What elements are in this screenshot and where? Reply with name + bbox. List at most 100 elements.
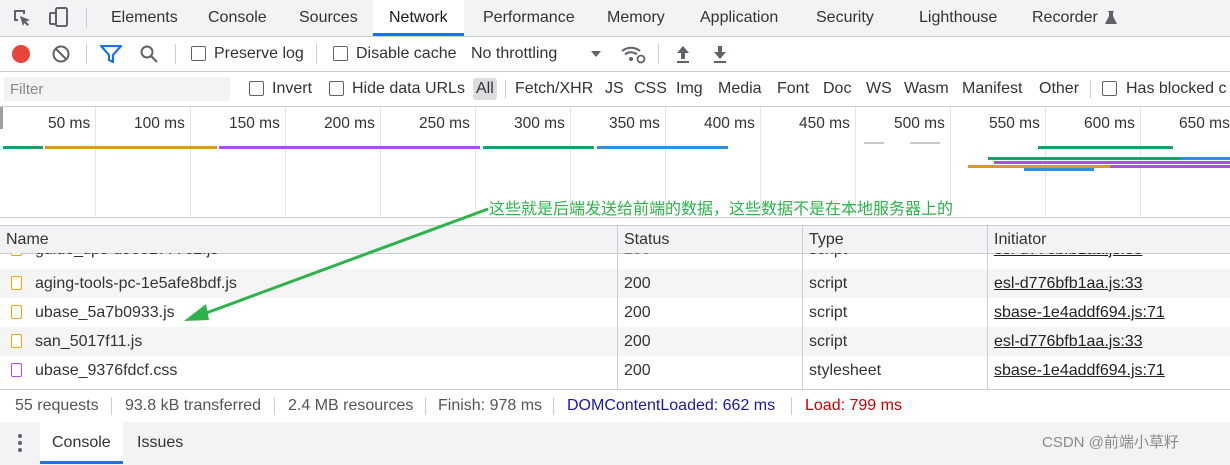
request-initiator-link[interactable]: esl-d776bfb1aa.js:33 bbox=[994, 253, 1143, 264]
overview-bar bbox=[1024, 168, 1094, 171]
column-header-initiator[interactable]: Initiator bbox=[994, 226, 1046, 253]
record-icon[interactable] bbox=[12, 45, 30, 63]
tab-sources[interactable]: Sources bbox=[299, 0, 358, 36]
table-row[interactable]: ubase_9376fdcf.css 200 stylesheet sbase-… bbox=[0, 356, 1230, 385]
hide-data-urls-checkbox[interactable] bbox=[329, 81, 344, 96]
request-name: ubase_9376fdcf.css bbox=[35, 362, 178, 379]
request-status: 200 bbox=[624, 253, 651, 264]
filter-bar: Invert Hide data URLs All Fetch/XHR JS C… bbox=[0, 72, 1230, 107]
tick-label: 100 ms bbox=[134, 115, 185, 132]
clear-icon[interactable] bbox=[51, 44, 71, 64]
annotation-arrow bbox=[184, 207, 489, 321]
tab-application[interactable]: Application bbox=[700, 0, 778, 36]
filter-type-js[interactable]: JS bbox=[605, 72, 624, 106]
filter-type-img[interactable]: Img bbox=[676, 72, 703, 106]
stylesheet-file-icon bbox=[11, 363, 22, 377]
inspect-element-icon[interactable] bbox=[12, 8, 32, 28]
chevron-down-icon[interactable] bbox=[590, 49, 602, 59]
invert-checkbox[interactable] bbox=[249, 81, 264, 96]
filter-input[interactable] bbox=[4, 77, 230, 101]
overview-bar bbox=[988, 157, 1188, 160]
tab-network[interactable]: Network bbox=[373, 0, 464, 36]
request-initiator-link[interactable]: esl-d776bfb1aa.js:33 bbox=[994, 327, 1143, 356]
hide-data-urls-label: Hide data URLs bbox=[352, 80, 465, 97]
network-conditions-icon[interactable] bbox=[620, 44, 646, 64]
tab-memory[interactable]: Memory bbox=[607, 0, 665, 36]
filter-type-all[interactable]: All bbox=[473, 78, 497, 100]
device-toolbar-icon[interactable] bbox=[48, 6, 70, 28]
request-status: 200 bbox=[624, 333, 651, 350]
request-initiator-link[interactable]: sbase-1e4addf694.js:71 bbox=[994, 298, 1165, 327]
overview-bar bbox=[864, 142, 884, 144]
overview-bar bbox=[910, 142, 940, 144]
column-header-name[interactable]: Name bbox=[6, 226, 49, 253]
request-initiator-link[interactable]: sbase-1e4addf694.js:71 bbox=[994, 356, 1165, 385]
tick-label: 600 ms bbox=[1084, 115, 1135, 132]
has-blocked-label: Has blocked c bbox=[1126, 80, 1227, 97]
drawer-tab-issues[interactable]: Issues bbox=[137, 422, 183, 464]
tick-label: 400 ms bbox=[704, 115, 755, 132]
summary-finish: Finish: 978 ms bbox=[438, 397, 543, 414]
import-har-icon[interactable] bbox=[674, 44, 692, 64]
request-status: 200 bbox=[624, 304, 651, 321]
filter-icon[interactable] bbox=[100, 45, 122, 64]
has-blocked-checkbox[interactable] bbox=[1102, 81, 1117, 96]
tab-recorder[interactable]: Recorder bbox=[1032, 0, 1098, 36]
disable-cache-label: Disable cache bbox=[356, 45, 457, 62]
column-header-status[interactable]: Status bbox=[624, 226, 669, 253]
script-file-icon bbox=[11, 305, 22, 319]
request-initiator-link[interactable]: esl-d776bfb1aa.js:33 bbox=[994, 269, 1143, 298]
drawer-tab-console[interactable]: Console bbox=[40, 422, 123, 464]
search-icon[interactable] bbox=[139, 44, 159, 64]
tick-label: 550 ms bbox=[989, 115, 1040, 132]
flask-icon bbox=[1105, 11, 1117, 24]
filter-type-wasm[interactable]: Wasm bbox=[904, 72, 949, 106]
summary-transferred: 93.8 kB transferred bbox=[125, 397, 262, 414]
column-header-type[interactable]: Type bbox=[809, 226, 844, 253]
more-options-icon[interactable] bbox=[17, 433, 23, 453]
tick-label: 50 ms bbox=[48, 115, 91, 132]
request-name: ubase_5a7b0933.js bbox=[35, 304, 175, 321]
network-toolbar: Preserve log Disable cache No throttling bbox=[0, 37, 1230, 72]
tick-label: 500 ms bbox=[894, 115, 945, 132]
filter-type-font[interactable]: Font bbox=[777, 72, 809, 106]
filter-type-css[interactable]: CSS bbox=[634, 72, 667, 106]
filter-type-doc[interactable]: Doc bbox=[823, 72, 851, 106]
export-har-icon[interactable] bbox=[711, 44, 729, 64]
summary-load: Load: 799 ms bbox=[805, 397, 902, 414]
request-type: script bbox=[809, 304, 848, 321]
devtools-tab-bar: Elements Console Sources Network Perform… bbox=[0, 0, 1230, 37]
tab-elements[interactable]: Elements bbox=[111, 0, 178, 36]
filter-type-ws[interactable]: WS bbox=[866, 72, 892, 106]
tab-performance[interactable]: Performance bbox=[483, 0, 575, 36]
request-type: script bbox=[809, 253, 847, 264]
tab-security[interactable]: Security bbox=[816, 0, 874, 36]
tick-label: 450 ms bbox=[799, 115, 850, 132]
summary-dom-content-loaded: DOMContentLoaded: 662 ms bbox=[567, 397, 776, 414]
table-row[interactable]: san_5017f11.js 200 script esl-d776bfb1aa… bbox=[0, 327, 1230, 356]
summary-resources: 2.4 MB resources bbox=[288, 397, 414, 414]
tick-label: 350 ms bbox=[609, 115, 660, 132]
request-name: san_5017f11.js bbox=[35, 333, 143, 350]
overview-bar bbox=[1038, 146, 1173, 149]
filter-type-manifest[interactable]: Manifest bbox=[962, 72, 1022, 106]
tick-label: 200 ms bbox=[324, 115, 375, 132]
filter-type-fetch-xhr[interactable]: Fetch/XHR bbox=[515, 72, 593, 106]
preserve-log-checkbox[interactable] bbox=[191, 46, 206, 61]
overview-bar bbox=[994, 161, 1230, 164]
overview-bar bbox=[219, 146, 480, 149]
watermark-text: CSDN @前端小草籽 bbox=[1042, 434, 1179, 451]
tick-label: 150 ms bbox=[229, 115, 280, 132]
throttling-select[interactable]: No throttling bbox=[471, 37, 557, 71]
filter-type-media[interactable]: Media bbox=[718, 72, 762, 106]
script-file-icon bbox=[11, 276, 22, 290]
overview-bar bbox=[1110, 165, 1230, 168]
tab-console[interactable]: Console bbox=[208, 0, 267, 36]
overview-bar bbox=[3, 146, 43, 149]
script-file-icon bbox=[11, 253, 22, 256]
disable-cache-checkbox[interactable] bbox=[333, 46, 348, 61]
request-status: 200 bbox=[624, 362, 651, 379]
filter-type-other[interactable]: Other bbox=[1039, 72, 1079, 106]
summary-requests: 55 requests bbox=[15, 397, 99, 414]
tab-lighthouse[interactable]: Lighthouse bbox=[919, 0, 997, 36]
